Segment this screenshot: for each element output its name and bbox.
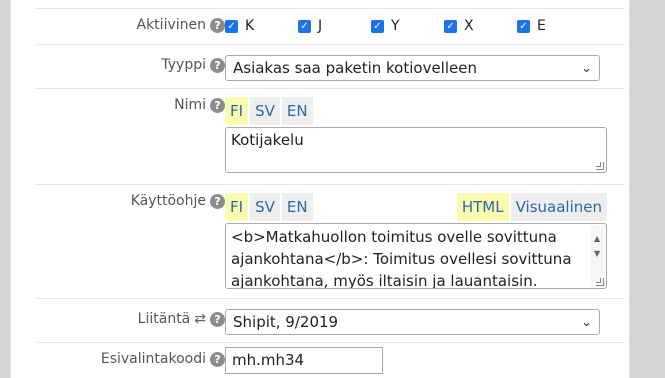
resize-handle-icon[interactable]	[596, 162, 604, 170]
help-icon[interactable]: ?	[210, 193, 225, 209]
row-instructions: Käyttöohje ? FI SV EN HTML Visuaalinen <…	[35, 184, 625, 298]
resize-handle-icon[interactable]	[596, 278, 604, 286]
integration-select-value: Shipit, 9/2019	[233, 313, 339, 331]
tab-fi[interactable]: FI	[225, 97, 249, 125]
active-label: Aktiivinen	[136, 17, 207, 33]
row-preselect: Esivalintakoodi ? mh.mh34	[35, 342, 625, 378]
tab-visual[interactable]: Visuaalinen	[510, 193, 607, 221]
checkmark-icon[interactable]: ✓	[225, 19, 238, 33]
help-icon[interactable]: ?	[210, 351, 225, 367]
checkmark-icon[interactable]: ✓	[444, 19, 457, 33]
tab-fi[interactable]: FI	[225, 193, 249, 221]
active-label-group: Aktiivinen ?	[136, 17, 225, 33]
help-icon[interactable]: ?	[210, 57, 225, 73]
checkbox-x[interactable]: ✓ X	[444, 18, 517, 34]
checkbox-e[interactable]: ✓ E	[517, 18, 590, 34]
editor-mode-tabs: HTML Visuaalinen	[456, 193, 607, 221]
integration-label: Liitäntä	[137, 311, 191, 327]
instructions-label: Käyttöohje	[130, 193, 206, 209]
help-icon[interactable]: ?	[210, 17, 225, 33]
name-language-tabs: FI SV EN	[225, 97, 607, 125]
type-select-value: Asiakas saa paketin kotiovelleen	[233, 59, 477, 77]
tab-en[interactable]: EN	[281, 97, 313, 125]
tab-html[interactable]: HTML	[456, 193, 509, 221]
chevron-down-icon: ⌄	[581, 315, 592, 330]
name-textarea[interactable]: Kotijakelu	[225, 127, 607, 173]
row-integration: Liitäntä ⇄ ? Shipit, 9/2019 ⌄	[35, 298, 625, 342]
name-value: Kotijakelu	[231, 131, 304, 149]
row-active: Aktiivinen ? ✓ K ✓ J ✓ Y ✓ X ✓ E	[35, 8, 625, 44]
help-icon[interactable]: ?	[210, 97, 225, 113]
integration-select[interactable]: Shipit, 9/2019 ⌄	[225, 309, 600, 335]
checkbox-label: E	[537, 18, 546, 34]
checkbox-k[interactable]: ✓ K	[225, 18, 298, 34]
instructions-label-group: Käyttöohje ?	[131, 193, 225, 209]
preselect-label: Esivalintakoodi	[100, 351, 206, 367]
checkbox-label: J	[318, 18, 323, 34]
type-select[interactable]: Asiakas saa paketin kotiovelleen ⌄	[225, 55, 600, 81]
row-name: Nimi ? FI SV EN Kotijakelu	[35, 88, 625, 184]
chevron-down-icon: ⌄	[581, 61, 592, 76]
checkbox-j[interactable]: ✓ J	[298, 18, 371, 34]
row-type: Tyyppi ? Asiakas saa paketin kotiovellee…	[35, 44, 625, 88]
type-label-group: Tyyppi ?	[161, 57, 225, 73]
active-checkboxes: ✓ K ✓ J ✓ Y ✓ X ✓ E	[225, 18, 590, 34]
scroll-down-icon[interactable]: ▼	[594, 243, 600, 265]
checkmark-icon[interactable]: ✓	[371, 19, 384, 33]
instructions-line: ajankohtana, myös iltaisin ja lauantaisi…	[231, 272, 538, 289]
swap-arrows-icon: ⇄	[194, 311, 206, 327]
preselect-label-group: Esivalintakoodi ?	[101, 351, 225, 367]
tab-sv[interactable]: SV	[250, 193, 280, 221]
checkmark-icon[interactable]: ✓	[298, 19, 311, 33]
checkbox-label: Y	[391, 18, 400, 34]
preselect-value: mh.mh34	[232, 351, 305, 369]
tab-sv[interactable]: SV	[250, 97, 280, 125]
instructions-line: ajankohtana</b>: Toimitus ovellesi sovit…	[231, 250, 572, 268]
checkbox-label: X	[464, 18, 474, 34]
help-icon[interactable]: ?	[210, 311, 225, 327]
checkbox-y[interactable]: ✓ Y	[371, 18, 444, 34]
instructions-textarea[interactable]: <b>Matkahuollon toimitus ovelle sovittun…	[225, 223, 607, 289]
name-label-group: Nimi ?	[174, 97, 225, 113]
checkmark-icon[interactable]: ✓	[517, 19, 530, 33]
type-label: Tyyppi	[161, 57, 206, 73]
checkbox-label: K	[245, 18, 255, 34]
name-label: Nimi	[174, 97, 206, 113]
tab-en[interactable]: EN	[281, 193, 313, 221]
instructions-line: <b>Matkahuollon toimitus ovelle sovittun…	[231, 228, 557, 246]
settings-panel: Aktiivinen ? ✓ K ✓ J ✓ Y ✓ X ✓ E Tyyppi …	[10, 0, 630, 378]
preselect-input[interactable]: mh.mh34	[225, 347, 383, 374]
integration-label-group: Liitäntä ⇄ ?	[138, 311, 225, 327]
